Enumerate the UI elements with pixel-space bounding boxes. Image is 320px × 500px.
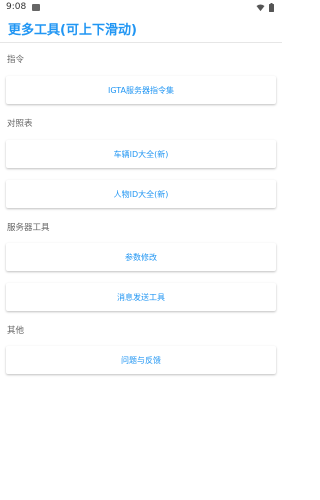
page-title: 更多工具(可上下滑动)	[8, 23, 137, 38]
screen: 9:08 更多工具(可上下滑动) 指令 IGTA服务器指令集 对照表 车辆ID大…	[0, 0, 282, 500]
feedback-button[interactable]: 问题与反馈	[6, 346, 276, 374]
section-label-other: 其他	[7, 326, 25, 336]
status-icons	[256, 3, 274, 12]
section-label-reference-tables: 对照表	[7, 119, 33, 129]
parameter-edit-button[interactable]: 参数修改	[6, 243, 276, 271]
card-label: 人物ID大全(新)	[113, 189, 169, 199]
section-label-commands: 指令	[7, 55, 25, 65]
card-label: 消息发送工具	[117, 292, 165, 302]
card-label: 问题与反馈	[121, 355, 161, 365]
card-label: 车辆ID大全(新)	[113, 149, 169, 159]
card-label: IGTA服务器指令集	[107, 85, 174, 95]
battery-icon	[269, 3, 274, 12]
wifi-icon	[256, 4, 265, 12]
image-notification-icon	[32, 3, 41, 11]
status-bar: 9:08	[0, 0, 282, 14]
card-label: 参数修改	[125, 252, 157, 262]
section-label-server-tools: 服务器工具	[7, 223, 50, 233]
message-send-tool-button[interactable]: 消息发送工具	[6, 283, 276, 311]
app-header: 更多工具(可上下滑动)	[0, 15, 282, 43]
status-time: 9:08	[6, 2, 27, 12]
character-id-list-button[interactable]: 人物ID大全(新)	[6, 180, 276, 208]
vehicle-id-list-button[interactable]: 车辆ID大全(新)	[6, 140, 276, 168]
igta-server-commands-button[interactable]: IGTA服务器指令集	[6, 76, 276, 104]
